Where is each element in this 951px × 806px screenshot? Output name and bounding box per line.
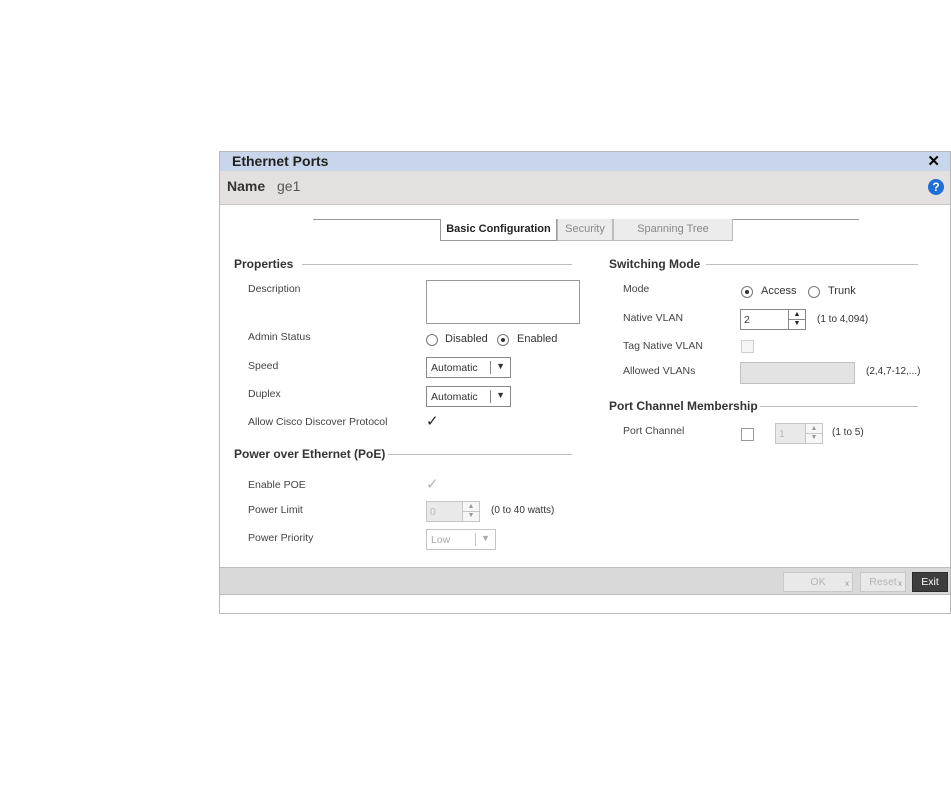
power-priority-label: Power Priority bbox=[248, 532, 314, 544]
duplex-label: Duplex bbox=[248, 388, 281, 400]
power-priority-select[interactable]: Low ▼ bbox=[426, 529, 496, 550]
tab-basic-configuration[interactable]: Basic Configuration bbox=[440, 219, 557, 241]
native-vlan-stepper[interactable]: 2 ▲ ▼ bbox=[740, 309, 806, 330]
mode-access-radio[interactable] bbox=[741, 286, 753, 298]
native-vlan-hint: (1 to 4,094) bbox=[817, 314, 869, 325]
ok-button-label: OK bbox=[810, 576, 826, 588]
spin-down-icon[interactable]: ▼ bbox=[789, 319, 805, 328]
allowed-vlans-hint: (2,4,7-12,...) bbox=[866, 366, 921, 377]
cdp-checkbox[interactable]: ✓ bbox=[426, 414, 439, 429]
cdp-label: Allow Cisco Discover Protocol bbox=[248, 416, 388, 428]
tab-spanning-tree[interactable]: Spanning Tree bbox=[613, 219, 733, 241]
port-channel-checkbox[interactable] bbox=[741, 428, 754, 441]
reset-button-corner-icon: x bbox=[898, 579, 902, 588]
power-limit-spin-buttons: ▲ ▼ bbox=[462, 502, 479, 521]
mode-trunk-radio[interactable] bbox=[808, 286, 820, 298]
admin-status-disabled-radio[interactable] bbox=[426, 334, 438, 346]
enable-poe-label: Enable POE bbox=[248, 479, 306, 491]
switching-mode-divider bbox=[706, 264, 918, 265]
chevron-down-icon: ▼ bbox=[496, 361, 505, 371]
mode-label: Mode bbox=[623, 283, 650, 295]
properties-heading: Properties bbox=[234, 257, 294, 271]
power-limit-value: 0 bbox=[430, 506, 436, 518]
dialog-footer: OK x Reset x Exit bbox=[220, 567, 950, 595]
help-icon[interactable]: ? bbox=[928, 179, 944, 195]
switching-mode-heading: Switching Mode bbox=[609, 257, 701, 271]
duplex-select[interactable]: Automatic ▼ bbox=[426, 386, 511, 407]
exit-button[interactable]: Exit bbox=[912, 572, 948, 592]
port-channel-hint: (1 to 5) bbox=[832, 427, 864, 438]
admin-status-label: Admin Status bbox=[248, 331, 311, 343]
speed-select-separator bbox=[490, 361, 491, 374]
speed-select-value: Automatic bbox=[431, 362, 478, 374]
port-channel-label: Port Channel bbox=[623, 425, 685, 437]
port-channel-divider bbox=[760, 406, 918, 407]
native-vlan-label: Native VLAN bbox=[623, 312, 684, 324]
spin-down-icon[interactable]: ▼ bbox=[463, 511, 479, 520]
poe-heading: Power over Ethernet (PoE) bbox=[234, 447, 386, 461]
duplex-select-value: Automatic bbox=[431, 391, 478, 403]
name-value: ge1 bbox=[277, 178, 301, 194]
chevron-down-icon: ▼ bbox=[496, 390, 505, 400]
power-limit-label: Power Limit bbox=[248, 504, 303, 516]
dialog-title: Ethernet Ports bbox=[232, 153, 329, 169]
tab-security[interactable]: Security bbox=[557, 219, 613, 241]
duplex-select-separator bbox=[490, 390, 491, 403]
tag-native-vlan-checkbox[interactable] bbox=[741, 340, 754, 353]
power-limit-hint: (0 to 40 watts) bbox=[491, 505, 555, 516]
port-channel-value: 1 bbox=[779, 428, 785, 440]
name-bar: Name ge1 ? bbox=[220, 171, 950, 205]
reset-button-label: Reset bbox=[869, 576, 897, 588]
speed-select[interactable]: Automatic ▼ bbox=[426, 357, 511, 378]
poe-divider bbox=[388, 454, 572, 455]
power-limit-stepper[interactable]: 0 ▲ ▼ bbox=[426, 501, 480, 522]
tag-native-vlan-label: Tag Native VLAN bbox=[623, 340, 703, 352]
description-input[interactable] bbox=[426, 280, 580, 324]
ok-button[interactable]: OK x bbox=[783, 572, 853, 592]
power-priority-separator bbox=[475, 533, 476, 546]
power-priority-value: Low bbox=[431, 534, 451, 546]
port-channel-stepper[interactable]: 1 ▲ ▼ bbox=[775, 423, 823, 444]
speed-label: Speed bbox=[248, 360, 279, 372]
admin-status-enabled-radio[interactable] bbox=[497, 334, 509, 346]
allowed-vlans-input[interactable] bbox=[740, 362, 855, 384]
native-vlan-spin-buttons: ▲ ▼ bbox=[788, 310, 805, 329]
mode-trunk-label: Trunk bbox=[828, 285, 856, 297]
close-icon[interactable]: ✕ bbox=[927, 152, 940, 170]
chevron-down-icon: ▼ bbox=[481, 533, 490, 543]
dialog-titlebar: Ethernet Ports ✕ bbox=[220, 152, 950, 172]
allowed-vlans-label: Allowed VLANs bbox=[623, 365, 696, 377]
reset-button[interactable]: Reset x bbox=[860, 572, 906, 592]
ethernet-ports-dialog: Ethernet Ports ✕ Name ge1 ? Basic Config… bbox=[219, 151, 951, 614]
admin-status-disabled-label: Disabled bbox=[445, 333, 488, 345]
name-label: Name bbox=[227, 178, 266, 194]
port-channel-heading: Port Channel Membership bbox=[609, 399, 758, 413]
native-vlan-value: 2 bbox=[744, 314, 750, 326]
spin-down-icon[interactable]: ▼ bbox=[806, 433, 822, 442]
description-label: Description bbox=[248, 283, 301, 295]
enable-poe-checkbox[interactable]: ✓ bbox=[426, 477, 439, 492]
admin-status-enabled-label: Enabled bbox=[517, 333, 558, 345]
mode-access-label: Access bbox=[761, 285, 797, 297]
port-channel-spin-buttons: ▲ ▼ bbox=[805, 424, 822, 443]
properties-divider bbox=[302, 264, 572, 265]
ok-button-corner-icon: x bbox=[845, 579, 849, 588]
